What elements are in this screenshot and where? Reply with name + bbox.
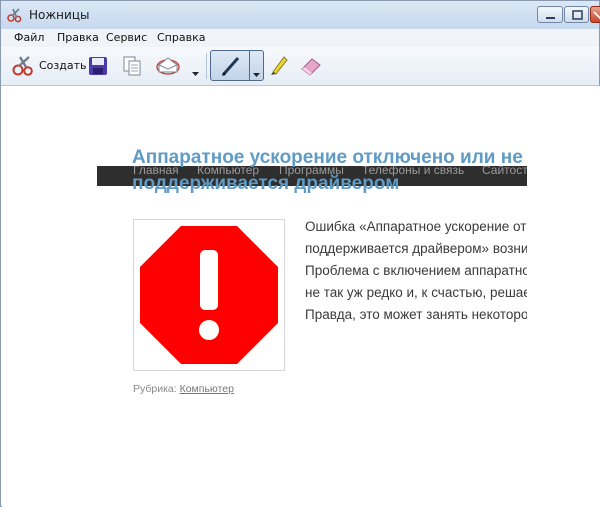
title-bar[interactable]: Ножницы [1,1,600,30]
title-line: поддерживается драйвером [132,173,400,194]
new-snip-label: Создать [39,59,87,72]
captured-article-image [133,219,285,371]
rubric-label: Рубрика: [133,383,177,395]
minimize-icon [546,17,555,19]
eraser-button[interactable] [299,55,323,81]
minimize-button[interactable] [537,6,563,23]
excerpt-line: Проблема с включением аппаратного [305,263,527,278]
snip-canvas: Главная Компьютер Программы Телефоны и с… [2,86,600,507]
pen-dropdown-arrow-icon[interactable] [253,63,260,82]
rubric-link: Компьютер [179,383,234,395]
copy-icon [123,56,141,76]
excerpt-line: поддерживается драйвером» возникает [305,241,527,256]
captured-article-title: Аппаратное ускорение отключено или не по… [132,145,532,197]
close-icon [593,11,600,20]
close-button[interactable] [590,6,600,23]
toolbar-separator [206,53,207,79]
highlighter-icon [271,56,288,75]
save-button[interactable] [87,55,109,81]
send-dropdown-arrow-icon[interactable] [192,62,199,81]
captured-article-excerpt: Ошибка «Аппаратное ускорение отключено п… [305,216,527,326]
excerpt-line: Ошибка «Аппаратное ускорение отключено [305,219,527,234]
toolbar: Создать [1,47,599,86]
send-snip-button[interactable] [155,53,201,79]
maximize-button[interactable] [564,6,589,23]
captured-rubric: Рубрика: Компьютер [133,383,234,395]
menu-edit[interactable]: Правка [57,31,99,44]
maximize-icon [572,10,583,20]
stop-sign-icon [140,226,278,364]
window-title: Ножницы [29,8,90,22]
scissors-icon [11,55,35,81]
pen-tool-button[interactable] [210,50,264,81]
snipping-tool-window: Ножницы Файл Правка Сервис Справка Созда… [0,0,600,507]
copy-button[interactable] [121,55,143,81]
send-email-icon [156,57,180,75]
menu-file[interactable]: Файл [14,31,44,44]
menu-tools[interactable]: Сервис [106,31,147,44]
excerpt-line: Правда, это может занять некоторое время [305,307,527,322]
eraser-icon [301,58,321,76]
menu-help[interactable]: Справка [157,31,205,44]
excerpt-line: не так уж редко и, к счастью, решается [305,285,527,300]
new-snip-button[interactable]: Создать [5,47,87,83]
menu-bar: Файл Правка Сервис Справка [1,29,599,47]
highlighter-button[interactable] [267,53,289,81]
pen-divider [249,51,250,80]
save-icon [89,57,107,75]
scissors-app-icon [7,7,23,23]
pen-icon [219,54,243,82]
title-line: Аппаратное ускорение отключено или не [132,147,523,168]
